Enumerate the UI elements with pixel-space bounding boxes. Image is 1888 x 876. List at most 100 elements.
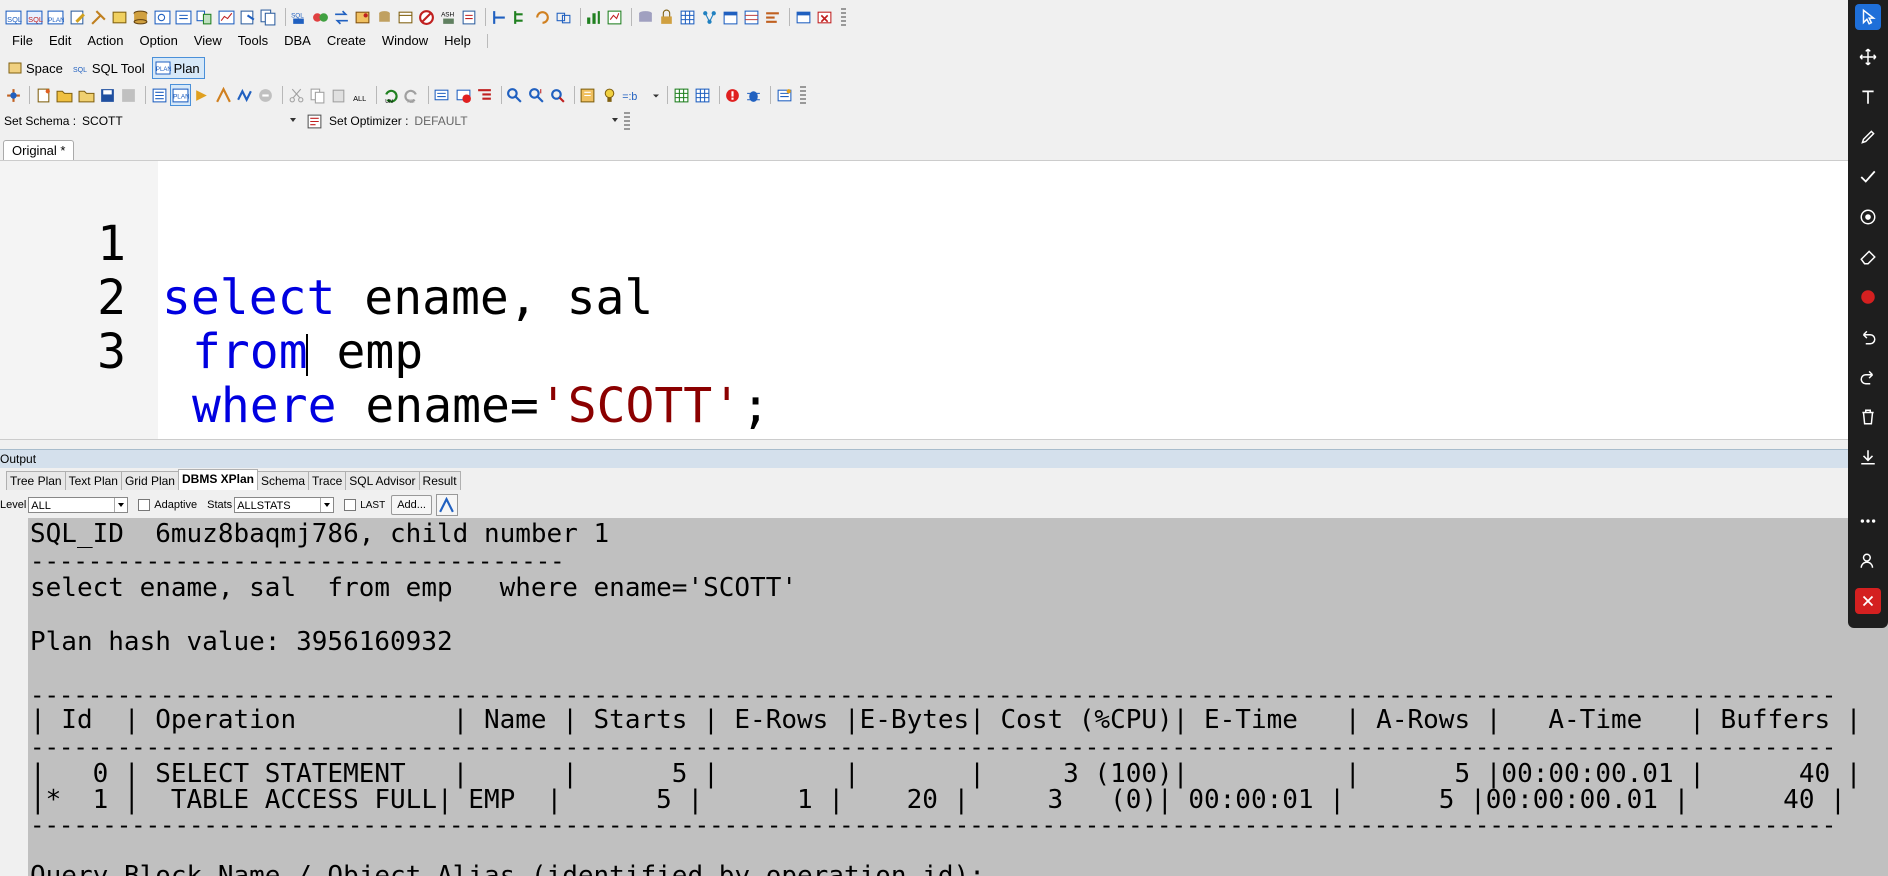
schedule-icon[interactable] — [396, 7, 414, 27]
db-stats-icon[interactable] — [636, 7, 654, 27]
sql-window-icon[interactable]: SQL — [25, 7, 43, 27]
save-all-icon[interactable] — [120, 85, 138, 105]
sql-editor[interactable]: 1 select ename, sal 2 from emp 3 where e… — [0, 160, 1848, 440]
editor-tab-original[interactable]: Original * — [3, 140, 75, 160]
tab-grid-plan[interactable]: Grid Plan — [120, 471, 179, 490]
close-icon[interactable] — [1855, 588, 1881, 614]
monitor-icon[interactable] — [217, 7, 235, 27]
select-all-icon[interactable]: ALL — [351, 85, 369, 105]
record-icon[interactable] — [1855, 284, 1881, 310]
autotrace-icon[interactable] — [235, 85, 253, 105]
bookmark-icon[interactable] — [354, 7, 372, 27]
text-tool-icon[interactable] — [1855, 84, 1881, 110]
dropdown-icon[interactable] — [652, 85, 660, 105]
pointer-icon[interactable] — [1855, 4, 1881, 30]
network-icon[interactable] — [700, 7, 718, 27]
connect-icon[interactable] — [4, 85, 22, 105]
browser-icon[interactable] — [153, 7, 171, 27]
sql-run-icon[interactable]: SQL — [290, 7, 308, 27]
tab-tree-plan[interactable]: Tree Plan — [6, 471, 66, 490]
eraser-icon[interactable] — [1855, 244, 1881, 270]
tab-schema[interactable]: Schema — [257, 471, 310, 490]
menu-dba[interactable]: DBA — [276, 31, 319, 51]
stats-select[interactable]: ALLSTATS — [234, 497, 335, 513]
last-checkbox[interactable] — [344, 499, 357, 511]
mode-sql-tool[interactable]: SQL SQL Tool — [70, 57, 150, 79]
compare-icon[interactable] — [196, 7, 214, 27]
session-icon[interactable] — [174, 7, 192, 27]
menu-file[interactable]: File — [4, 31, 41, 51]
tab-dbms-xplan[interactable]: DBMS XPlan — [177, 469, 258, 490]
download-icon[interactable] — [1855, 444, 1881, 470]
schema-combo[interactable]: SCOTT — [76, 112, 298, 130]
add-button[interactable]: Add... — [391, 495, 432, 515]
plan-window-icon[interactable]: PLAN — [47, 7, 65, 27]
move-icon[interactable] — [1855, 44, 1881, 70]
optimizer-combo[interactable]: DEFAULT — [408, 112, 620, 130]
table-view-icon[interactable] — [742, 7, 760, 27]
db-link-icon[interactable] — [375, 7, 393, 27]
trace-icon[interactable] — [214, 85, 232, 105]
lock-icon[interactable] — [657, 7, 675, 27]
plan-toggle-icon[interactable]: PLAN — [170, 84, 191, 106]
sql-editor-icon[interactable]: SQL — [4, 7, 22, 27]
export-icon[interactable] — [238, 7, 256, 27]
adaptive-checkbox[interactable] — [138, 499, 151, 511]
indent-icon[interactable] — [475, 85, 493, 105]
open-folder-icon[interactable] — [77, 85, 95, 105]
database-icon[interactable] — [132, 7, 150, 27]
copy-icon[interactable] — [308, 85, 326, 105]
find-next-icon[interactable] — [527, 85, 545, 105]
more-icon[interactable] — [1855, 508, 1881, 534]
save-icon[interactable] — [98, 85, 116, 105]
calendar-icon[interactable] — [721, 7, 739, 27]
user-icon[interactable] — [1855, 548, 1881, 574]
find-icon[interactable] — [506, 85, 524, 105]
paste-icon[interactable] — [330, 85, 348, 105]
tree-icon[interactable] — [512, 7, 530, 27]
format-icon[interactable] — [311, 7, 329, 27]
list-icon[interactable] — [764, 7, 782, 27]
object-icon[interactable] — [110, 7, 128, 27]
cut-icon[interactable] — [287, 85, 305, 105]
tab-sql-advisor[interactable]: SQL Advisor — [345, 471, 420, 490]
run-icon[interactable] — [193, 85, 211, 105]
check-icon[interactable] — [1855, 164, 1881, 190]
hint-icon[interactable] — [600, 85, 618, 105]
bind-variable-icon[interactable]: =:b — [621, 85, 649, 105]
link-icon[interactable] — [554, 7, 572, 27]
new-folder-icon[interactable] — [56, 85, 74, 105]
transfer-icon[interactable] — [332, 7, 350, 27]
xplan-output[interactable]: SQL_ID 6muz8baqmj786, child number 1 ---… — [0, 518, 1888, 876]
flow-icon[interactable] — [490, 7, 508, 27]
schema-refresh-icon[interactable] — [304, 111, 324, 131]
tab-text-plan[interactable]: Text Plan — [64, 471, 122, 490]
error-icon[interactable] — [723, 85, 741, 105]
options-icon[interactable] — [775, 85, 793, 105]
menu-window[interactable]: Window — [374, 31, 436, 51]
bug-icon[interactable] — [745, 85, 763, 105]
explain-icon[interactable] — [150, 85, 168, 105]
grid-icon[interactable] — [679, 7, 697, 27]
no-entry-icon[interactable] — [418, 7, 436, 27]
close-window-icon[interactable] — [815, 7, 833, 27]
menu-create[interactable]: Create — [319, 31, 374, 51]
replace-icon[interactable] — [548, 85, 566, 105]
window-icon[interactable] — [794, 7, 812, 27]
pen-icon[interactable] — [1855, 124, 1881, 150]
result-grid-icon[interactable] — [672, 85, 690, 105]
comment-icon[interactable] — [433, 85, 451, 105]
tools-icon[interactable] — [89, 7, 107, 27]
report-icon[interactable] — [460, 7, 478, 27]
menu-action[interactable]: Action — [79, 31, 131, 51]
ash-icon[interactable]: ASH — [439, 7, 457, 27]
redo-icon[interactable] — [1855, 364, 1881, 390]
menu-view[interactable]: View — [186, 31, 230, 51]
edit-doc-icon[interactable] — [68, 7, 86, 27]
grid-view-icon[interactable] — [693, 85, 711, 105]
new-file-icon[interactable] — [34, 85, 52, 105]
uncomment-icon[interactable] — [454, 85, 472, 105]
chart-icon[interactable] — [584, 7, 602, 27]
stop-icon[interactable] — [257, 85, 275, 105]
menu-edit[interactable]: Edit — [41, 31, 79, 51]
